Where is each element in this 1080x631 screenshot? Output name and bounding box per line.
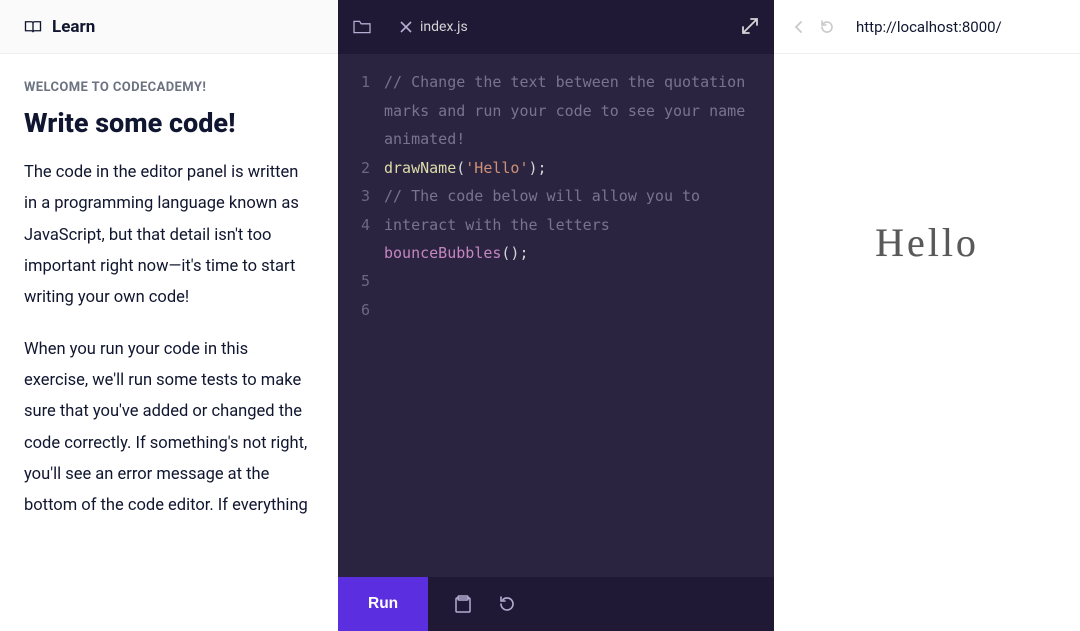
lesson-header: Learn <box>0 0 338 54</box>
learn-label: Learn <box>52 17 95 37</box>
code-editor[interactable]: 1 2 3 4 5 6 // Change the text between t… <box>338 54 774 577</box>
back-icon[interactable] <box>786 14 812 40</box>
line-number: 3 <box>338 182 370 211</box>
browser-toolbar: http://localhost:8000/ <box>774 0 1080 54</box>
editor-tab-bar: index.js <box>338 0 774 54</box>
file-tab-label: index.js <box>420 19 468 35</box>
run-button[interactable]: Run <box>338 577 428 631</box>
line-number: 1 <box>338 68 370 97</box>
browser-preview-panel: http://localhost:8000/ Hello <box>774 0 1080 631</box>
reset-icon[interactable] <box>498 595 516 613</box>
expand-icon[interactable] <box>740 16 760 36</box>
lesson-title: Write some code! <box>24 107 314 139</box>
lesson-paragraph: When you run your code in this exercise,… <box>24 334 314 522</box>
refresh-icon[interactable] <box>814 14 840 40</box>
close-icon[interactable] <box>400 21 412 33</box>
lesson-paragraph: The code in the editor panel is written … <box>24 157 314 314</box>
lesson-panel: Learn WELCOME TO CODECADEMY! Write some … <box>0 0 338 631</box>
line-gutter: 1 2 3 4 5 6 <box>338 68 384 577</box>
line-number: 5 <box>338 267 370 296</box>
code-line: // Change the text between the quotation… <box>384 68 760 154</box>
file-tab[interactable]: index.js <box>390 13 478 41</box>
output-text[interactable]: Hello <box>875 219 979 266</box>
folder-icon[interactable] <box>352 19 372 35</box>
book-icon <box>24 20 42 34</box>
lesson-eyebrow: WELCOME TO CODECADEMY! <box>24 80 314 95</box>
lesson-content: WELCOME TO CODECADEMY! Write some code! … <box>0 54 338 568</box>
browser-viewport: Hello <box>774 54 1080 631</box>
code-body[interactable]: // Change the text between the quotation… <box>384 68 774 577</box>
code-line: drawName('Hello'); <box>384 154 760 183</box>
editor-action-bar: Run <box>338 577 774 631</box>
line-number: 2 <box>338 154 370 183</box>
line-number: 6 <box>338 296 370 325</box>
line-number: 4 <box>338 211 370 240</box>
url-bar[interactable]: http://localhost:8000/ <box>856 18 1002 36</box>
code-editor-panel: index.js 1 2 3 4 5 6 // Change the text … <box>338 0 774 631</box>
code-line: // The code below will allow you to inte… <box>384 182 760 239</box>
copy-icon[interactable] <box>454 595 472 613</box>
code-line: bounceBubbles(); <box>384 239 760 268</box>
